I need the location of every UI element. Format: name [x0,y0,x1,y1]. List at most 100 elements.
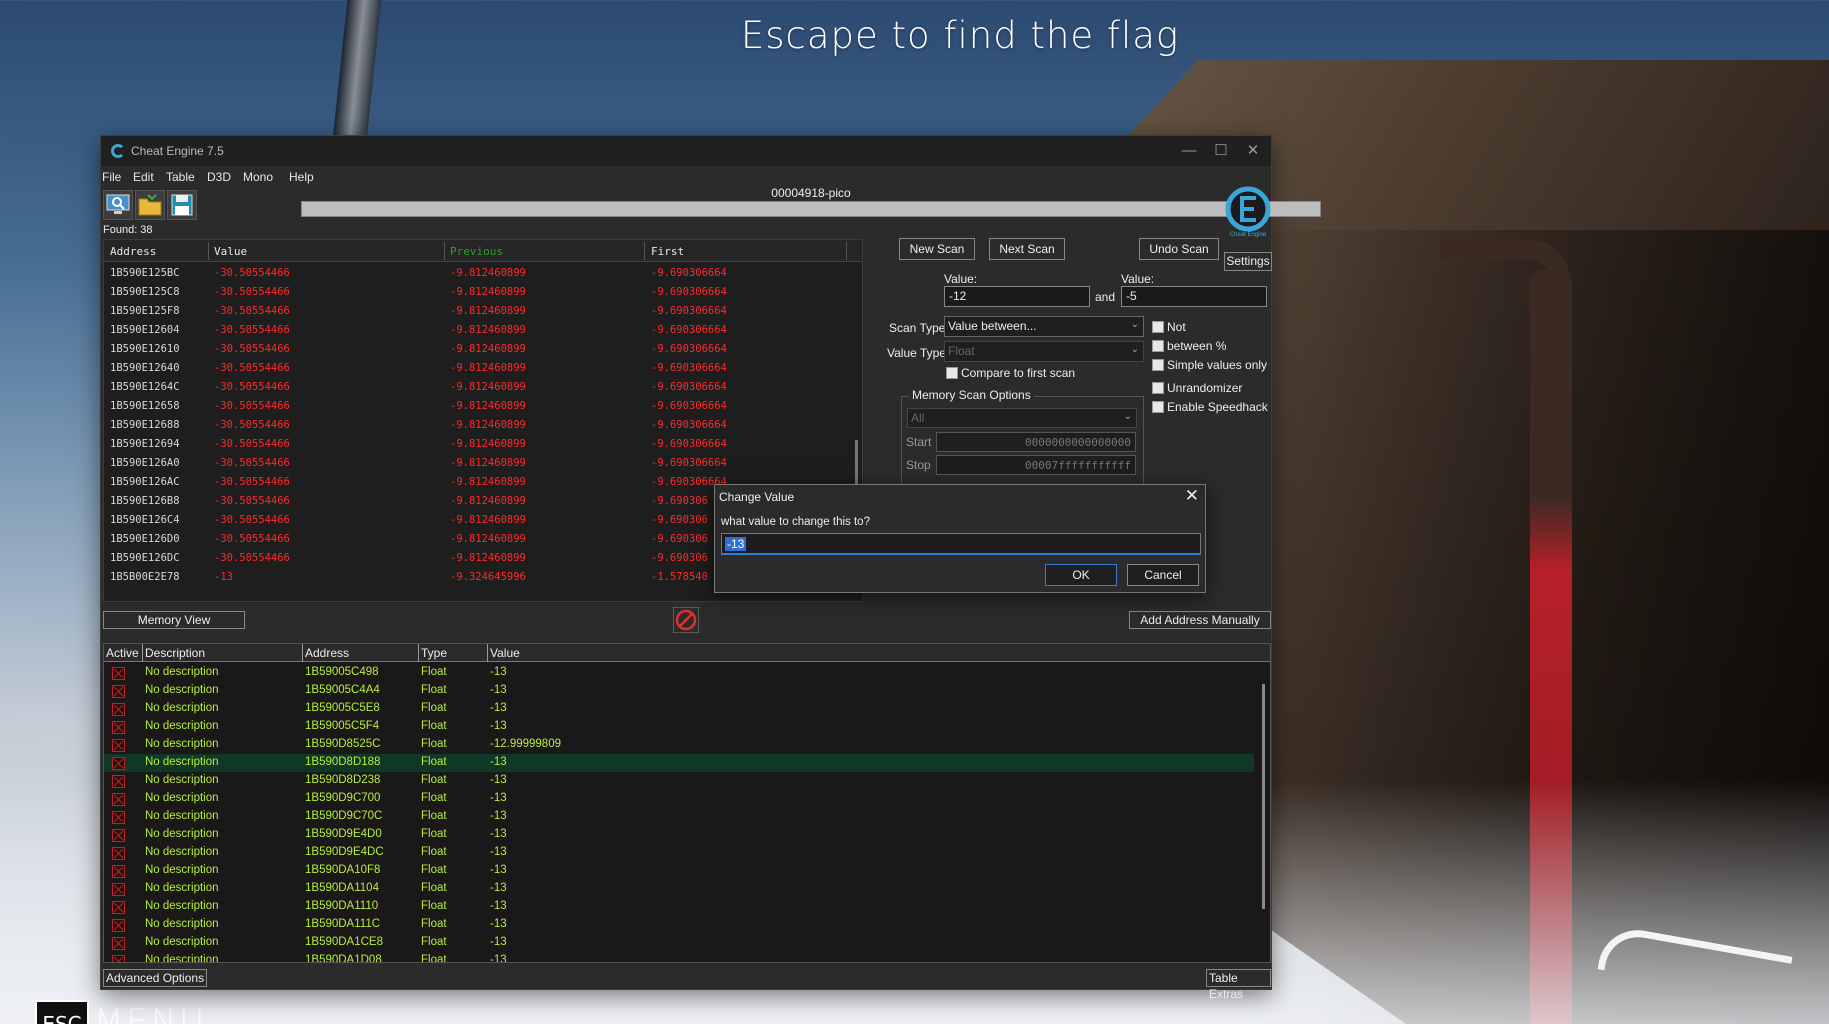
advanced-options-button[interactable]: Advanced Options [103,969,208,987]
column-value[interactable]: Value [214,245,247,258]
menu-file[interactable]: File [102,170,121,184]
menu-mono[interactable]: Mono [243,170,273,184]
cheat-table-row[interactable]: No description 1B590D8525C Float -12.999998… [104,736,1254,754]
cheat-table-row[interactable]: No description 1B590DA1104 Float -13 [104,880,1254,898]
active-checkbox[interactable] [112,937,125,950]
cheat-table-row[interactable]: No description 1B59005C4A4 Float -13 [104,682,1254,700]
cheat-table-row[interactable]: No description 1B590D8D188 Float -13 [104,754,1254,772]
active-checkbox[interactable] [112,901,125,914]
active-checkbox[interactable] [112,883,125,896]
new-scan-button[interactable]: New Scan [899,238,975,260]
active-checkbox[interactable] [112,703,125,716]
maximize-button[interactable]: ☐ [1203,140,1239,162]
column-first[interactable]: First [651,245,684,258]
result-row[interactable]: 1B590E12694 -30.50554466 -9.812460899 -9.69… [104,435,846,454]
result-first: -9.690306 [651,514,708,526]
column-type[interactable]: Type [421,646,447,660]
cancel-button[interactable]: Cancel [1127,564,1199,586]
ok-button[interactable]: OK [1045,564,1117,586]
cheat-table-row[interactable]: No description 1B59005C5E8 Float -13 [104,700,1254,718]
cheat-table-row[interactable]: No description 1B59005C498 Float -13 [104,664,1254,682]
settings-button[interactable]: Settings [1224,252,1272,271]
unrandomizer-checkbox[interactable] [1152,382,1164,394]
speedhack-checkbox[interactable] [1152,401,1164,413]
cheat-table-row[interactable]: No description 1B590DA1CE8 Float -13 [104,934,1254,952]
result-row[interactable]: 1B590E12688 -30.50554466 -9.812460899 -9.69… [104,416,846,435]
scan-type-select[interactable]: Value between... ⌄ [944,316,1144,337]
cheat-table-row[interactable]: No description 1B590DA111C Float -13 [104,916,1254,934]
row-description: No description [145,882,219,894]
column-active[interactable]: Active [106,646,139,660]
active-checkbox[interactable] [112,811,125,824]
not-checkbox[interactable] [1152,321,1164,333]
undo-scan-button[interactable]: Undo Scan [1139,238,1219,260]
column-description[interactable]: Description [145,646,205,660]
active-checkbox[interactable] [112,739,125,752]
value-input[interactable]: -12 [944,286,1090,307]
stop-address-input[interactable]: 00007fffffffffff [936,455,1136,475]
memory-region-select[interactable]: All ⌄ [907,408,1137,428]
add-address-manually-button[interactable]: Add Address Manually [1129,611,1271,629]
stop-icon[interactable] [673,607,699,633]
close-button[interactable]: ✕ [1235,140,1271,162]
active-checkbox[interactable] [112,955,125,962]
minimize-button[interactable]: — [1171,140,1207,162]
new-value-input[interactable]: -13 [721,533,1201,555]
result-row[interactable]: 1B590E125BC -30.50554466 -9.812460899 -9.69… [104,264,846,283]
active-checkbox[interactable] [112,793,125,806]
cheat-engine-logo-icon[interactable]: Cheat Engine [1225,186,1271,238]
menu-edit[interactable]: Edit [133,170,154,184]
next-scan-button[interactable]: Next Scan [989,238,1065,260]
active-checkbox[interactable] [112,847,125,860]
result-row[interactable]: 1B590E12640 -30.50554466 -9.812460899 -9.69… [104,359,846,378]
active-checkbox[interactable] [112,667,125,680]
result-row[interactable]: 1B590E125F8 -30.50554466 -9.812460899 -9.69… [104,302,846,321]
value-type-select[interactable]: Float ⌄ [944,341,1144,362]
open-file-button[interactable] [135,190,165,220]
active-checkbox[interactable] [112,757,125,770]
cheat-table-row[interactable]: No description 1B590D9C70C Float -13 [104,808,1254,826]
compare-first-checkbox[interactable] [946,367,958,379]
cheat-table-row[interactable]: No description 1B59005C5F4 Float -13 [104,718,1254,736]
result-value: -30.50554466 [214,457,290,469]
simple-values-checkbox[interactable] [1152,359,1164,371]
active-checkbox[interactable] [112,721,125,734]
cheat-table-row[interactable]: No description 1B590D9E4D0 Float -13 [104,826,1254,844]
cheat-table-row[interactable]: No description 1B590D8D238 Float -13 [104,772,1254,790]
active-checkbox[interactable] [112,685,125,698]
cheat-table-row[interactable]: No description 1B590D9C700 Float -13 [104,790,1254,808]
active-checkbox[interactable] [112,775,125,788]
result-row[interactable]: 1B590E12610 -30.50554466 -9.812460899 -9.69… [104,340,846,359]
memory-view-button[interactable]: Memory View [103,611,245,629]
column-previous[interactable]: Previous [450,245,503,258]
open-process-button[interactable] [103,190,133,220]
cheat-table-row[interactable]: No description 1B590DA1110 Float -13 [104,898,1254,916]
active-checkbox[interactable] [112,919,125,932]
save-button[interactable] [167,190,197,220]
cheat-table-row[interactable]: No description 1B590DA1D08 Float -13 [104,952,1254,962]
cheat-table-row[interactable]: No description 1B590DA10F8 Float -13 [104,862,1254,880]
result-row[interactable]: 1B590E12658 -30.50554466 -9.812460899 -9.69… [104,397,846,416]
value2-input[interactable]: -5 [1121,286,1267,307]
memory-region-value: All [911,411,925,425]
result-row[interactable]: 1B590E12604 -30.50554466 -9.812460899 -9.69… [104,321,846,340]
between-percent-checkbox[interactable] [1152,340,1164,352]
cheat-table-scrollbar[interactable] [1262,684,1265,909]
result-row[interactable]: 1B590E125C8 -30.50554466 -9.812460899 -9.69… [104,283,846,302]
cheat-table-row[interactable]: No description 1B590D9E4DC Float -13 [104,844,1254,862]
menu-table[interactable]: Table [166,170,195,184]
change-value-dialog: Change Value ✕ what value to change this… [714,484,1206,593]
menu-help[interactable]: Help [289,170,314,184]
menu-d3d[interactable]: D3D [207,170,231,184]
active-checkbox[interactable] [112,865,125,878]
dialog-close-icon[interactable]: ✕ [1185,486,1199,506]
start-address-input[interactable]: 0000000000000000 [936,432,1136,452]
cheat-table[interactable]: Active Description Address Type Value No… [103,643,1271,963]
column-address[interactable]: Address [305,646,349,660]
column-value[interactable]: Value [490,646,520,660]
table-extras-button[interactable]: Table Extras [1206,969,1271,1001]
result-row[interactable]: 1B590E1264C -30.50554466 -9.812460899 -9.69… [104,378,846,397]
result-row[interactable]: 1B590E126A0 -30.50554466 -9.812460899 -9.69… [104,454,846,473]
active-checkbox[interactable] [112,829,125,842]
column-address[interactable]: Address [110,245,156,258]
